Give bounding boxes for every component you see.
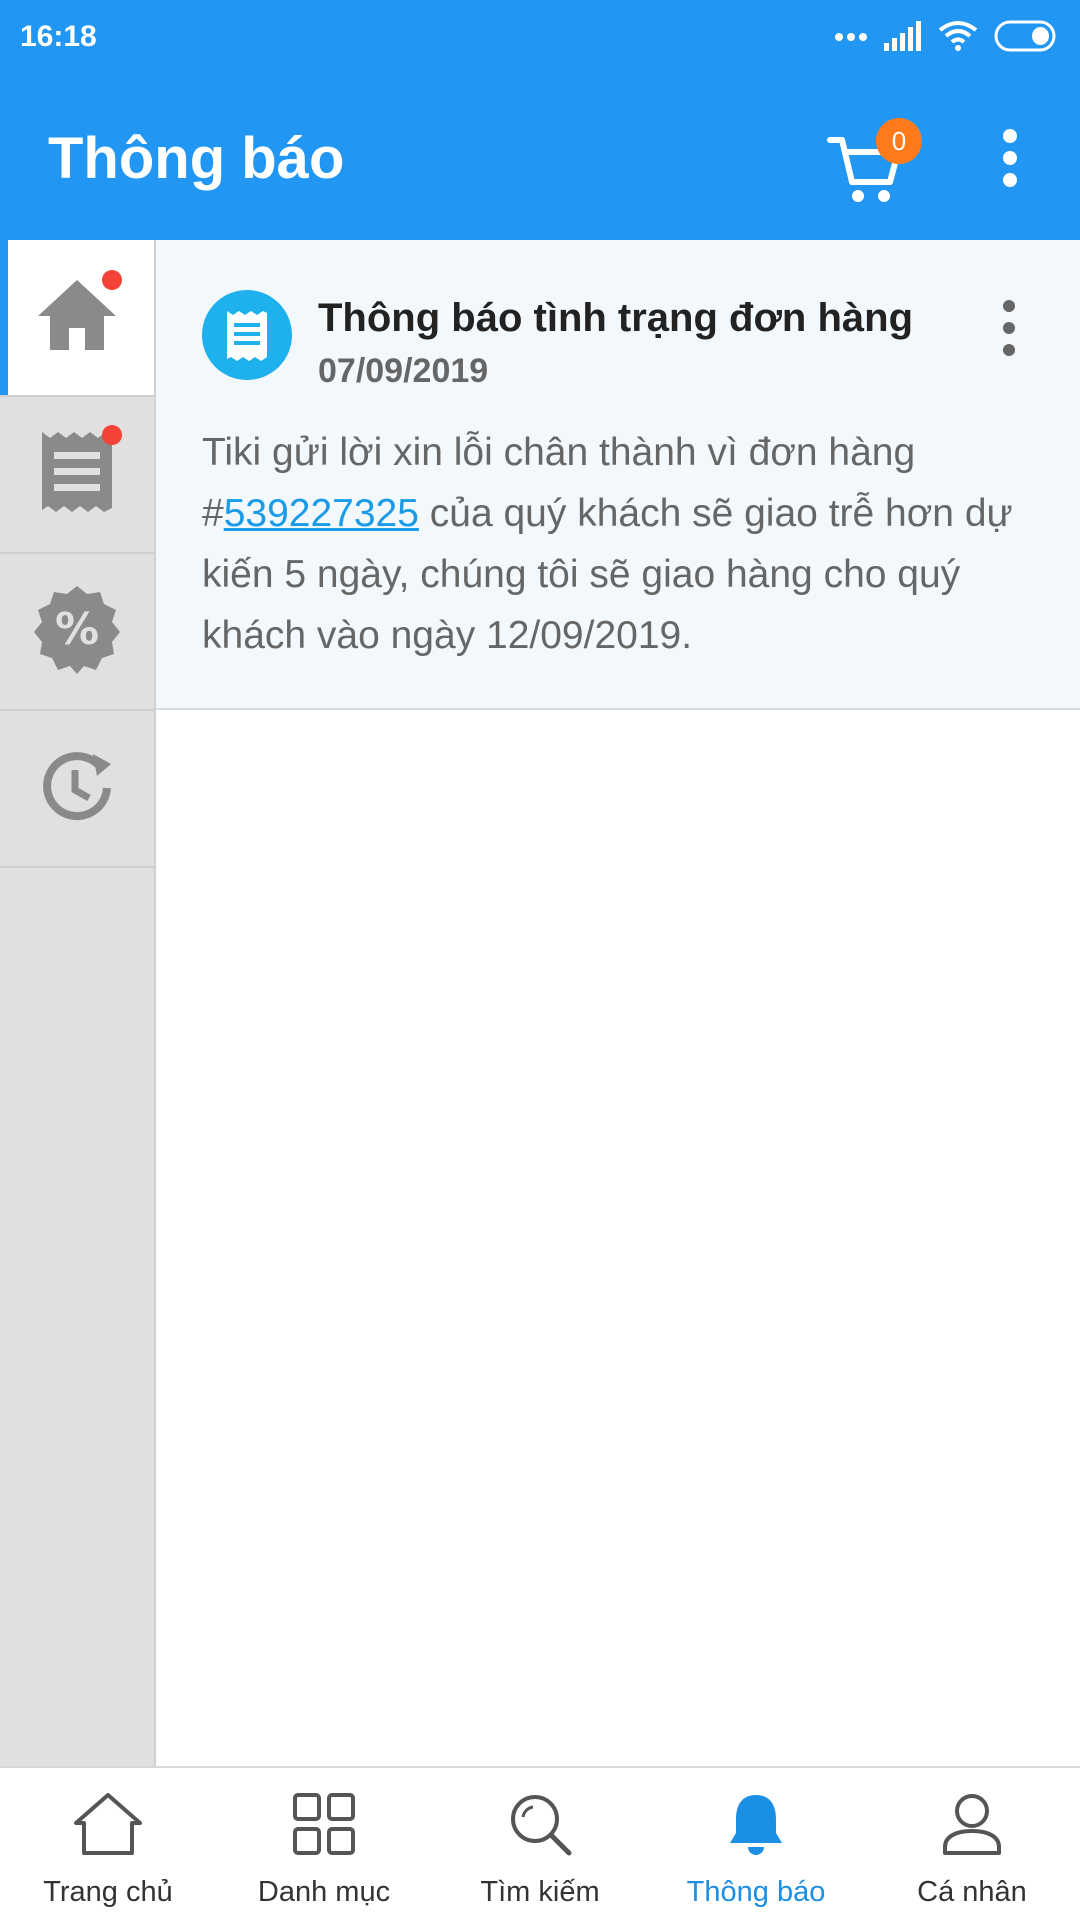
nav-profile[interactable]: Cá nhân (864, 1768, 1080, 1922)
page-title: Thông báo (48, 126, 345, 191)
nav-categories-label: Danh mục (257, 1876, 391, 1908)
status-time: 16:18 (20, 20, 97, 53)
sidebar-item-orders[interactable] (0, 397, 154, 554)
unread-dot (102, 425, 122, 445)
nav-home-label: Trang chủ (43, 1876, 173, 1908)
signal-icon (884, 20, 922, 56)
more-dots-icon (834, 29, 868, 47)
unread-dot (102, 270, 122, 290)
order-notification-icon (202, 290, 292, 380)
nav-notifications-label: Thông báo (686, 1876, 826, 1908)
order-number-link[interactable]: 539227325 (224, 492, 419, 535)
cart-badge: 0 (876, 118, 922, 164)
notification-list: Thông báo tình trạng đơn hàng 07/09/2019… (156, 240, 1080, 1766)
nav-profile-label: Cá nhân (917, 1876, 1027, 1908)
history-icon (37, 746, 117, 831)
notification-options-button[interactable] (994, 298, 1024, 358)
notification-category-sidebar: % (0, 240, 156, 1766)
sidebar-item-history[interactable] (0, 711, 154, 868)
receipt-icon (40, 430, 114, 519)
bottom-navigation: Trang chủ Danh mục Tìm kiếm Thông báo Cá… (0, 1766, 1080, 1922)
discount-icon: % (32, 584, 122, 679)
notification-date: 07/09/2019 (318, 352, 489, 390)
home-icon (36, 278, 118, 357)
nav-search[interactable]: Tìm kiếm (432, 1768, 648, 1922)
overflow-menu-button[interactable] (990, 128, 1030, 188)
notification-title: Thông báo tình trạng đơn hàng (318, 296, 913, 340)
svg-text:%: % (55, 604, 99, 655)
more-vertical-icon (1003, 300, 1015, 356)
cart-button[interactable]: 0 (826, 118, 922, 208)
nav-home[interactable]: Trang chủ (0, 1768, 216, 1922)
home-outline-icon (70, 1786, 146, 1862)
nav-notifications[interactable]: Thông báo (648, 1768, 864, 1922)
battery-icon (994, 20, 1060, 57)
grid-icon (286, 1786, 362, 1862)
bell-icon (718, 1786, 794, 1862)
notification-card[interactable]: Thông báo tình trạng đơn hàng 07/09/2019… (156, 240, 1080, 710)
search-icon (502, 1786, 578, 1862)
app-header: 16:18 Thông báo 0 (0, 0, 1080, 240)
nav-categories[interactable]: Danh mục (216, 1768, 432, 1922)
status-icons (834, 20, 1060, 56)
wifi-icon (938, 20, 978, 57)
sidebar-item-promotions[interactable]: % (0, 554, 154, 711)
person-icon (934, 1786, 1010, 1862)
sidebar-item-home[interactable] (0, 240, 154, 397)
more-vertical-icon (1003, 129, 1017, 187)
notification-body: Tiki gửi lời xin lỗi chân thành vì đơn h… (202, 422, 1042, 666)
nav-search-label: Tìm kiếm (480, 1876, 600, 1908)
